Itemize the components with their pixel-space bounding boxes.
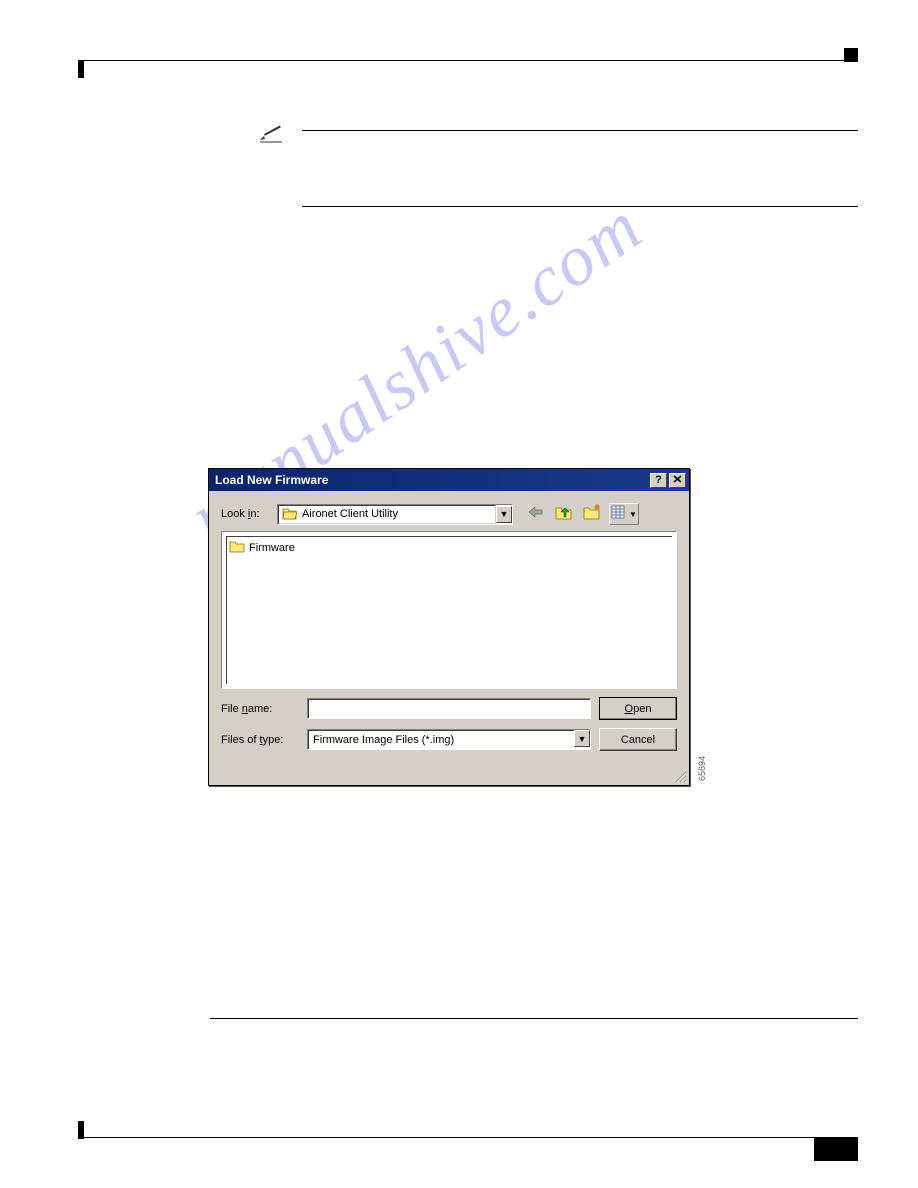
- note-rule-top: [302, 130, 858, 131]
- file-list-inner: Firmware: [226, 536, 672, 684]
- note-pencil-icon: [258, 124, 286, 149]
- filetype-label: Files of type:: [221, 734, 299, 746]
- resize-grip-icon[interactable]: [673, 769, 687, 783]
- lookin-dropdown[interactable]: Aironet Client Utility ▼: [277, 504, 513, 525]
- note-rule-bottom: [302, 206, 858, 207]
- new-folder-icon: [582, 503, 602, 526]
- filetype-value: Firmware Image Files (*.img): [308, 730, 574, 749]
- close-button[interactable]: [669, 473, 686, 488]
- list-view-icon: [611, 505, 627, 524]
- help-button[interactable]: ?: [650, 473, 667, 488]
- dropdown-arrow-icon[interactable]: ▼: [496, 506, 512, 523]
- filetype-row: Files of type: Firmware Image Files (*.i…: [221, 728, 677, 751]
- toolbar-icons: ▼: [525, 503, 639, 525]
- titlebar-buttons: ?: [650, 473, 686, 488]
- filename-input[interactable]: [307, 698, 591, 719]
- open-button[interactable]: Open: [599, 697, 677, 720]
- question-icon: ?: [655, 474, 662, 486]
- filetype-dropdown[interactable]: Firmware Image Files (*.img) ▼: [307, 729, 591, 750]
- back-button[interactable]: [525, 503, 547, 525]
- cancel-button[interactable]: Cancel: [599, 728, 677, 751]
- folder-closed-icon: [229, 539, 245, 556]
- dialog-title: Load New Firmware: [215, 473, 328, 487]
- load-firmware-dialog: Load New Firmware ? Look in:: [208, 468, 690, 786]
- dialog-body: Look in: Aironet Client Utility ▼: [209, 491, 689, 759]
- page-decor-left-top: [78, 60, 84, 78]
- filename-value: [308, 699, 590, 718]
- filename-row: File name: Open: [221, 697, 677, 720]
- filename-label: File name:: [221, 703, 299, 715]
- list-item[interactable]: Firmware: [227, 537, 672, 558]
- chevron-down-icon: ▼: [629, 510, 637, 519]
- back-arrow-icon: [527, 505, 545, 524]
- page-bottom-rule: [78, 1137, 858, 1138]
- file-list-view[interactable]: Firmware: [221, 531, 677, 689]
- up-one-level-button[interactable]: [553, 503, 575, 525]
- folder-up-icon: [554, 503, 574, 526]
- section-divider: [210, 1018, 858, 1019]
- dialog-titlebar[interactable]: Load New Firmware ?: [209, 469, 689, 491]
- lookin-label: Look in:: [221, 508, 271, 520]
- lookin-row: Look in: Aironet Client Utility ▼: [221, 503, 677, 525]
- view-menu-button[interactable]: ▼: [609, 503, 639, 525]
- new-folder-button[interactable]: [581, 503, 603, 525]
- figure-number: 65694: [697, 756, 707, 781]
- page-decor-right-bottom: [814, 1137, 858, 1161]
- folder-entry-label: Firmware: [249, 542, 295, 554]
- dropdown-arrow-icon[interactable]: ▼: [574, 730, 590, 747]
- page-decor-left-bottom: [78, 1121, 84, 1139]
- folder-open-icon: [282, 506, 298, 523]
- page-decor-right-top: [844, 48, 858, 62]
- lookin-dropdown-inner: Aironet Client Utility: [278, 505, 496, 524]
- close-icon: [673, 474, 682, 486]
- page-top-rule: [78, 60, 858, 61]
- lookin-value: Aironet Client Utility: [302, 508, 398, 520]
